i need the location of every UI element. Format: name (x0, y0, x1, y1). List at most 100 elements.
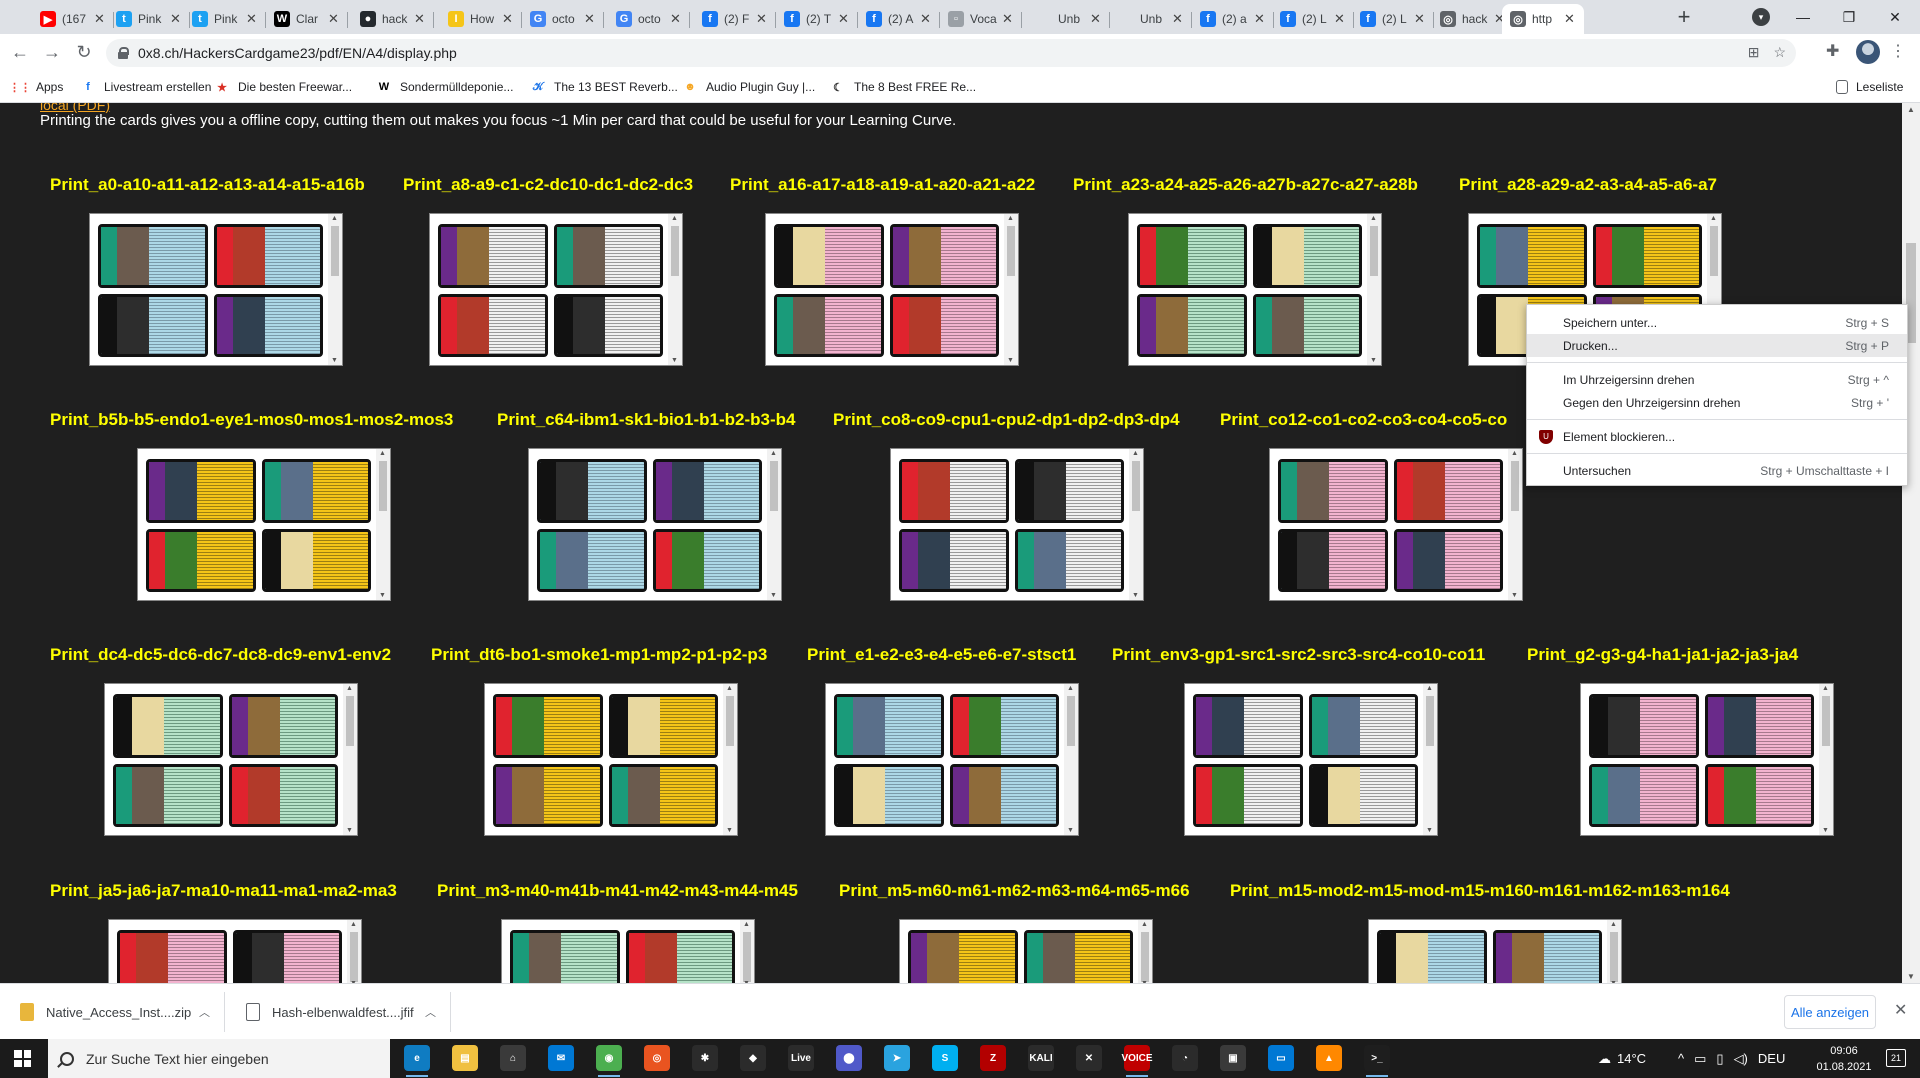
preview-scrollbar[interactable] (347, 920, 361, 983)
browser-tab[interactable]: f (2) L ✕ (1352, 4, 1434, 34)
pdf-preview-frame[interactable] (765, 213, 1019, 366)
print-sheet-title[interactable]: Print_a0-a10-a11-a12-a13-a14-a15-a16b (50, 175, 365, 195)
print-sheet-title[interactable]: Print_g2-g3-g4-ha1-ja1-ja2-ja3-ja4 (1527, 645, 1798, 665)
bookmark-item[interactable]: ☻ Audio Plugin Guy |... (682, 78, 815, 96)
tab-close-icon[interactable]: ✕ (1172, 11, 1184, 27)
chevron-up-icon[interactable]: ︿ (425, 1004, 436, 1020)
bookmark-item[interactable]: f Livestream erstellen (80, 78, 211, 96)
bookmark-item[interactable]: 𝒦 The 13 BEST Reverb... (530, 78, 678, 96)
tab-close-icon[interactable]: ✕ (584, 11, 596, 27)
telegram-icon[interactable]: ➤ (884, 1045, 910, 1071)
ableton-live-icon[interactable]: Live (788, 1045, 814, 1071)
reload-icon[interactable]: ↻ (72, 41, 96, 63)
ubuntu-icon[interactable]: ◎ (644, 1045, 670, 1071)
address-bar[interactable]: 0x8.ch/HackersCardgame23/pdf/EN/A4/displ… (106, 39, 1796, 67)
tab-close-icon[interactable]: ✕ (502, 11, 514, 27)
preview-scrollbar[interactable] (1138, 920, 1152, 983)
print-sheet-title[interactable]: Print_dc4-dc5-dc6-dc7-dc8-dc9-env1-env2 (50, 645, 391, 665)
preview-scrollbar-thumb[interactable] (331, 226, 339, 276)
tab-close-icon[interactable]: ✕ (414, 11, 426, 27)
print-sheet-title[interactable]: Print_m15-mod2-m15-mod-m15-m160-m161-m16… (1230, 881, 1730, 901)
pdf-preview-frame[interactable] (104, 683, 358, 836)
scroll-up-icon[interactable]: ▲ (1907, 105, 1915, 114)
inkscape-icon[interactable]: ◆ (740, 1045, 766, 1071)
browser-tab[interactable]: f (2) A ✕ (858, 4, 940, 34)
preview-scrollbar-thumb[interactable] (726, 696, 734, 746)
pdf-preview-frame[interactable] (108, 919, 362, 983)
chrome-icon[interactable]: ◉ (596, 1045, 622, 1077)
taskbar-clock[interactable]: 09:06 01.08.2021 (1814, 1043, 1874, 1075)
print-sheet-title[interactable]: Print_co12-co1-co2-co3-co4-co5-co (1220, 410, 1507, 430)
tab-close-icon[interactable]: ✕ (328, 11, 340, 27)
ant-icon[interactable]: ✱ (692, 1045, 718, 1071)
forward-icon[interactable]: → (40, 41, 64, 63)
preview-scrollbar[interactable] (740, 920, 754, 983)
preview-scrollbar[interactable] (1508, 449, 1522, 600)
volume-icon[interactable]: ◁) (1734, 1051, 1748, 1067)
browser-tab[interactable]: ◎ http ✕ (1502, 4, 1584, 34)
preview-scrollbar[interactable] (1367, 214, 1381, 365)
print-sheet-title[interactable]: Print_a23-a24-a25-a26-a27b-a27c-a27-a28b (1073, 175, 1418, 195)
bookmark-item[interactable]: ☾ The 8 Best FREE Re... (830, 78, 976, 96)
browser-tab[interactable]: t Pink ✕ (108, 4, 190, 34)
menu-kebab-icon[interactable]: ⋮ (1890, 41, 1906, 61)
browser-tab[interactable]: Unb ✕ (1028, 4, 1110, 34)
terminal-icon[interactable]: >_ (1364, 1045, 1390, 1077)
tab-close-icon[interactable]: ✕ (1334, 11, 1346, 27)
close-window-button[interactable]: ✕ (1872, 0, 1918, 34)
browser-tab[interactable]: W Clar ✕ (266, 4, 348, 34)
tab-close-icon[interactable]: ✕ (1002, 11, 1014, 27)
scroll-down-icon[interactable]: ▼ (1907, 972, 1915, 981)
menu-item-rotate-counterclockwise[interactable]: Gegen den Uhrzeigersinn drehen Strg + ' (1527, 391, 1907, 414)
tab-close-icon[interactable]: ✕ (838, 11, 850, 27)
preview-scrollbar-thumb[interactable] (1426, 696, 1434, 746)
pdf-preview-frame[interactable] (1368, 919, 1622, 983)
preview-scrollbar-thumb[interactable] (671, 226, 679, 276)
preview-scrollbar[interactable] (376, 449, 390, 600)
tab-close-icon[interactable]: ✕ (1090, 11, 1102, 27)
preview-scrollbar[interactable] (1819, 684, 1833, 835)
archive-icon[interactable]: ▣ (1220, 1045, 1246, 1071)
pdf-preview-frame[interactable] (528, 448, 782, 601)
preview-scrollbar-thumb[interactable] (1511, 461, 1519, 511)
preview-scrollbar-thumb[interactable] (1710, 226, 1718, 276)
kali-icon[interactable]: KALI (1028, 1045, 1054, 1071)
browser-tab[interactable]: f (2) L ✕ (1272, 4, 1354, 34)
pdf-preview-frame[interactable] (1269, 448, 1523, 601)
preview-scrollbar[interactable] (1607, 920, 1621, 983)
browser-tab[interactable]: f (2) F ✕ (694, 4, 776, 34)
print-sheet-title[interactable]: Print_e1-e2-e3-e4-e5-e6-e7-stsct1 (807, 645, 1076, 665)
print-sheet-title[interactable]: Print_co8-co9-cpu1-cpu2-dp1-dp2-dp3-dp4 (833, 410, 1180, 430)
reading-list-button[interactable]: Leseliste (1836, 78, 1903, 96)
pdf-preview-frame[interactable] (890, 448, 1144, 601)
preview-scrollbar[interactable] (328, 214, 342, 365)
file-explorer-icon[interactable]: ▤ (452, 1045, 478, 1071)
translate-icon[interactable]: ⊞ (1748, 44, 1760, 61)
download-item[interactable]: Hash-elbenwaldfest....jfif ︿ (226, 992, 451, 1032)
bookmark-item[interactable]: W Sondermülldeponie... (376, 78, 514, 96)
maximize-button[interactable]: ❐ (1826, 0, 1872, 34)
filezilla-icon[interactable]: Z (980, 1045, 1006, 1071)
tab-search-button[interactable]: ▾ (1752, 8, 1770, 26)
tab-close-icon[interactable]: ✕ (1564, 11, 1576, 27)
browser-tab[interactable]: ▶ (167 ✕ (32, 4, 114, 34)
extensions-icon[interactable]: ✚ (1826, 41, 1839, 61)
print-sheet-title[interactable]: Print_env3-gp1-src1-src2-src3-src4-co10-… (1112, 645, 1485, 665)
preview-scrollbar[interactable] (767, 449, 781, 600)
bookmark-item[interactable]: ★ Die besten Freewar... (214, 78, 352, 96)
voicemeeter-icon[interactable]: VOICE (1121, 1045, 1153, 1077)
pdf-preview-frame[interactable] (429, 213, 683, 366)
pdf-preview-frame[interactable] (89, 213, 343, 366)
tab-close-icon[interactable]: ✕ (670, 11, 682, 27)
tab-close-icon[interactable]: ✕ (94, 11, 106, 27)
browser-tab[interactable]: t Pink ✕ (184, 4, 266, 34)
preview-scrollbar-thumb[interactable] (346, 696, 354, 746)
print-sheet-title[interactable]: Print_c64-ibm1-sk1-bio1-b1-b2-b3-b4 (497, 410, 796, 430)
browser-tab[interactable]: f (2) T ✕ (776, 4, 858, 34)
chevron-up-icon[interactable]: ︿ (199, 1004, 210, 1020)
menu-item-rotate-clockwise[interactable]: Im Uhrzeigersinn drehen Strg + ^ (1527, 368, 1907, 391)
teams-icon[interactable]: ⬤ (836, 1045, 862, 1071)
preview-scrollbar-thumb[interactable] (1370, 226, 1378, 276)
print-sheet-title[interactable]: Print_dt6-bo1-smoke1-mp1-mp2-p1-p2-p3 (431, 645, 767, 665)
menu-item-inspect[interactable]: Untersuchen Strg + Umschalttaste + I (1527, 459, 1907, 482)
